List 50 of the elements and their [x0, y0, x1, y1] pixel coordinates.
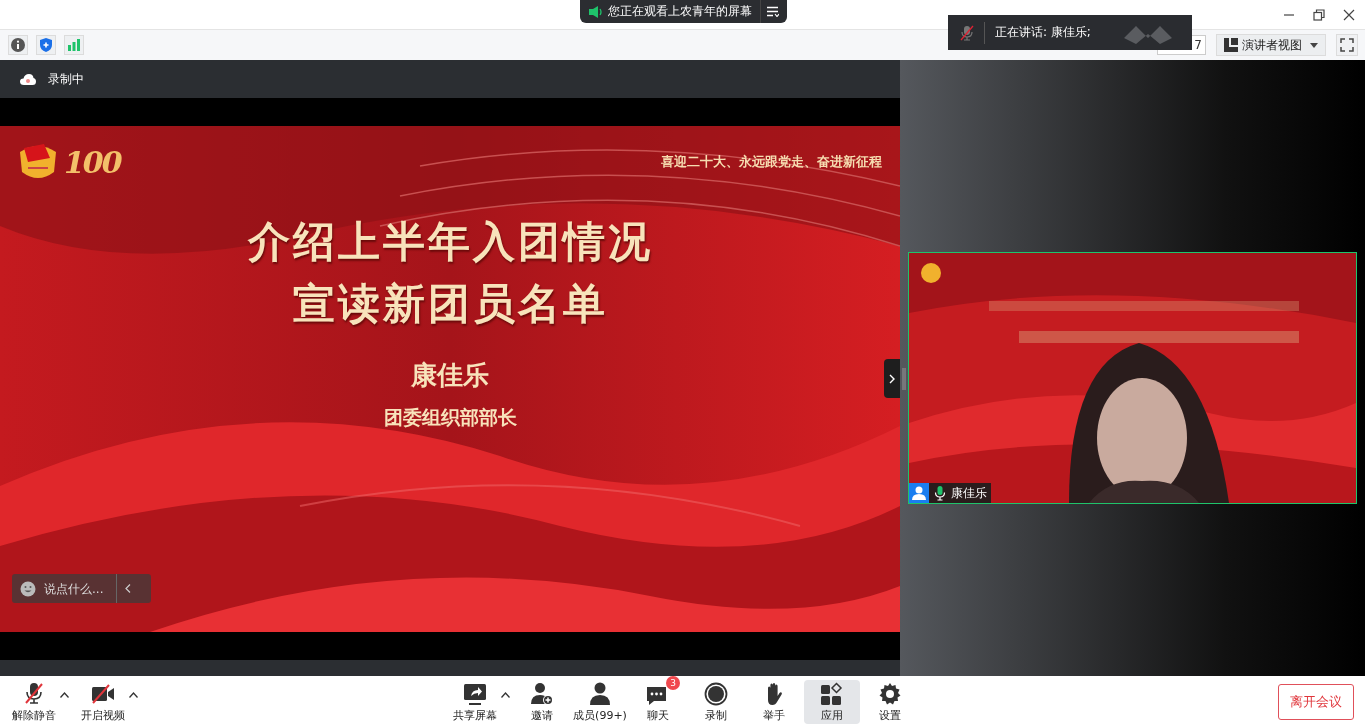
shield-icon[interactable]	[36, 35, 56, 55]
menu-icon[interactable]	[767, 6, 779, 17]
slide-title: 宣读新团员名单	[292, 278, 608, 330]
slide-slogan: 喜迎二十大、永远跟党走、奋进新征程	[661, 153, 882, 171]
record-icon	[704, 681, 728, 706]
person-icon	[909, 483, 929, 503]
slide-title: 介绍上半年入团情况	[247, 216, 653, 268]
speaker-role: 团委组织部部长	[383, 405, 517, 430]
participant-name: 康佳乐	[951, 484, 987, 502]
toolbar-button[interactable]: 应用	[804, 680, 860, 724]
person-icon	[588, 681, 612, 706]
caret-up-icon[interactable]	[129, 692, 138, 698]
drag-handle-icon[interactable]	[902, 368, 906, 390]
chevron-right-icon	[889, 373, 895, 384]
recording-label: 录制中	[48, 70, 84, 88]
restore-icon[interactable]	[1312, 7, 1326, 22]
logo-number: 100	[64, 144, 121, 180]
caret-up-icon[interactable]	[60, 692, 69, 698]
caret-up-icon[interactable]	[501, 692, 510, 698]
mic-muted-icon	[960, 24, 974, 41]
toolbar-button[interactable]: 设置	[862, 680, 918, 724]
toolbar-button[interactable]: 录制	[688, 680, 744, 724]
view-button[interactable]: 演讲者视图	[1216, 34, 1326, 56]
toolbar-button[interactable]: 成员(99+)	[572, 680, 628, 724]
caret-icon	[1310, 42, 1318, 48]
apps-icon	[820, 681, 844, 706]
toolbar-button[interactable]: 举手	[746, 680, 802, 724]
leave-meeting-button[interactable]: 离开会议	[1278, 684, 1354, 720]
monitor-arrow-icon	[463, 681, 487, 706]
settings-icon	[878, 681, 902, 706]
layout-icon	[1224, 38, 1238, 52]
mic-icon	[934, 485, 946, 501]
info-icon[interactable]	[8, 35, 28, 55]
chevron-left-icon[interactable]	[125, 584, 131, 593]
mic-muted-icon	[22, 681, 46, 706]
share-notice-text: 您正在观看上农青年的屏幕	[608, 3, 752, 20]
fullscreen-icon[interactable]	[1336, 34, 1358, 56]
cloud-icon	[20, 73, 36, 85]
chat-input[interactable]: 说点什么...	[44, 581, 108, 596]
close-icon[interactable]	[1342, 7, 1356, 22]
emoji-icon	[20, 580, 36, 597]
speaking-text: 正在讲话: 康佳乐;	[995, 24, 1091, 41]
toolbar-button[interactable]: 开启视频	[75, 680, 131, 724]
toolbar-button[interactable]: 共享屏幕	[447, 680, 503, 724]
toolbar-button[interactable]: 解除静音	[6, 680, 62, 724]
collapse-handle[interactable]	[884, 359, 900, 398]
toolbar-button[interactable]: 邀请	[514, 680, 570, 724]
speaker-name: 康佳乐	[411, 359, 489, 392]
speaker-icon	[588, 5, 602, 18]
person-add-icon	[530, 681, 554, 706]
